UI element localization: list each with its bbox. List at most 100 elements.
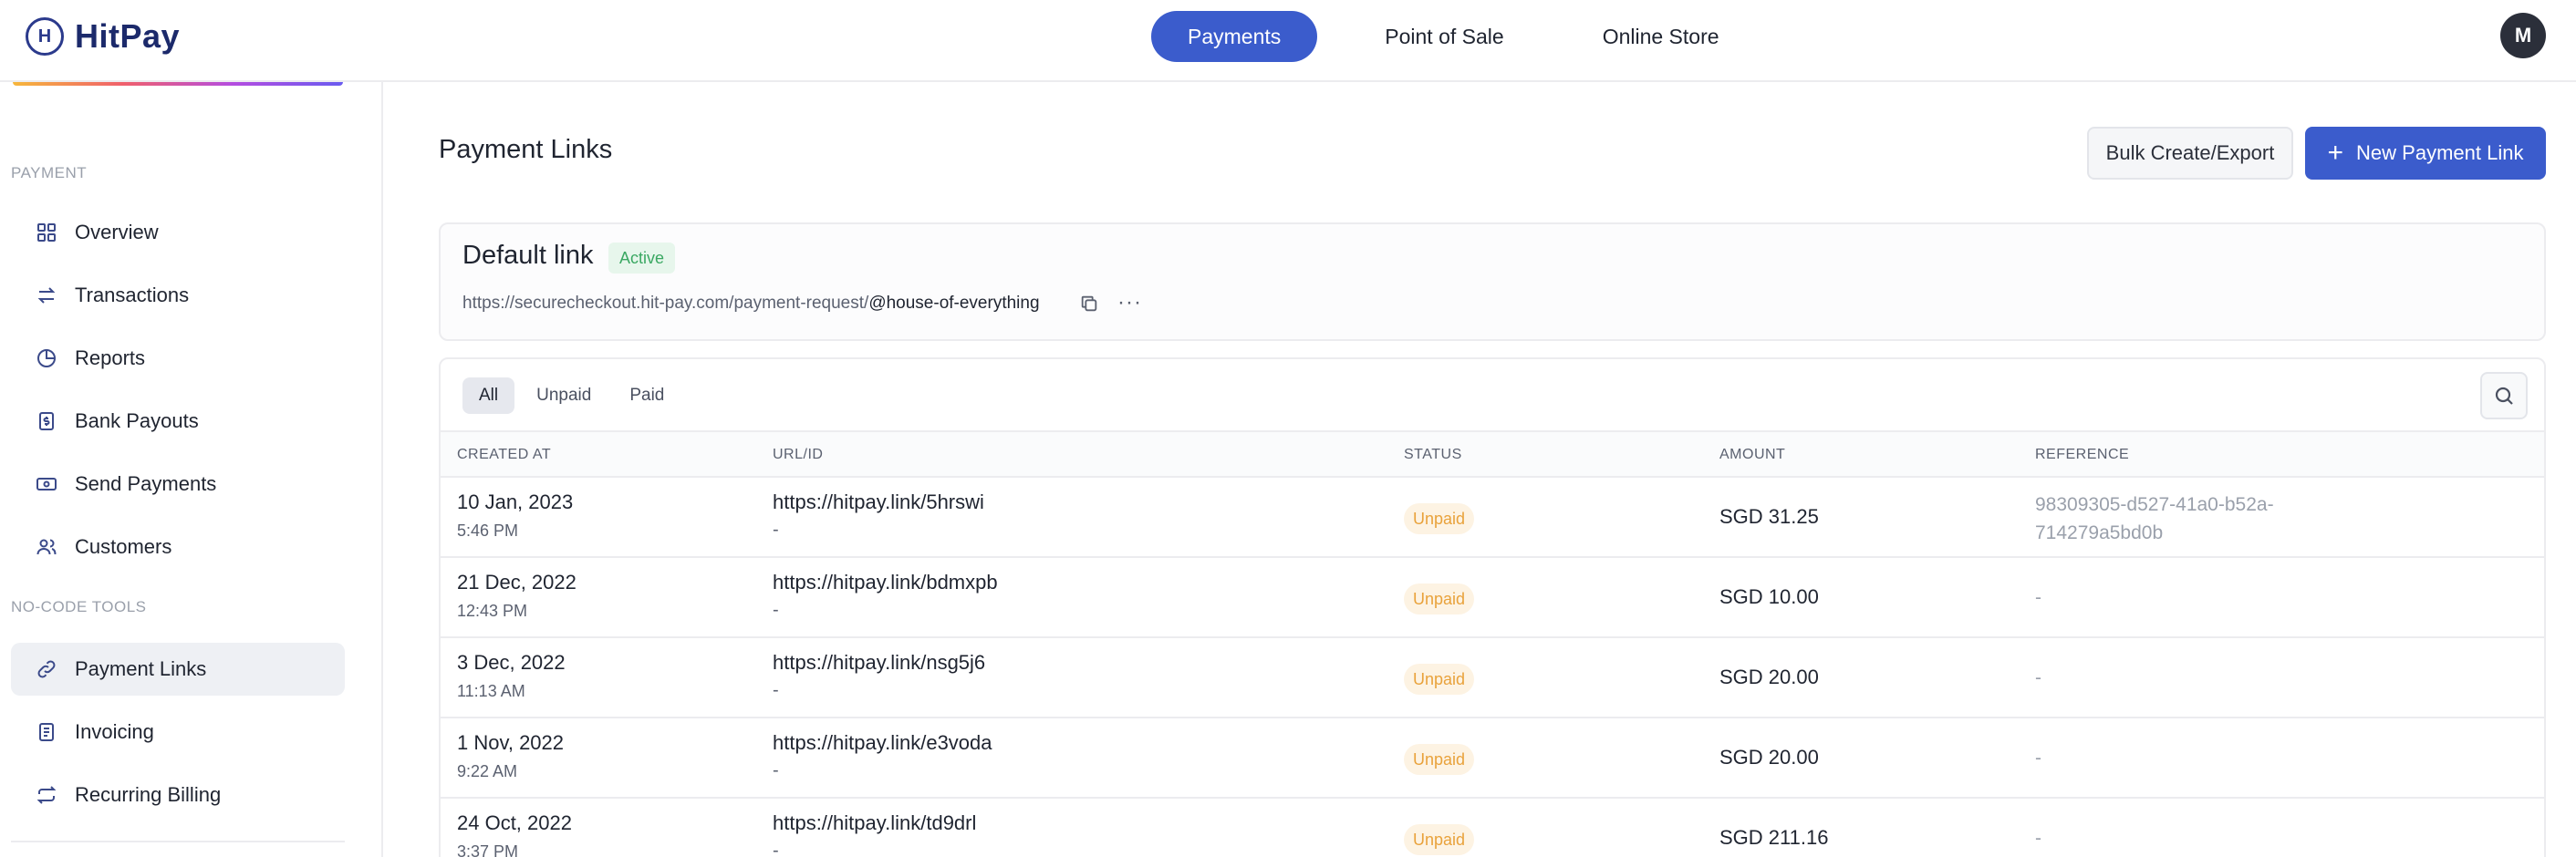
sidebar-item-overview[interactable]: Overview [11,206,345,259]
nav-point-of-sale[interactable]: Point of Sale [1348,11,1540,62]
url-cell: https://hitpay.link/td9drl - [773,811,976,857]
amount-cell: SGD 10.00 [1719,585,1819,608]
new-payment-link-button[interactable]: + New Payment Link [2305,127,2546,180]
page-title: Payment Links [439,135,613,164]
created-date: 10 Jan, 2023 [457,490,574,513]
sidebar-item-recurring-billing[interactable]: Recurring Billing [11,769,345,821]
sidebar-item-customers[interactable]: Customers [11,521,345,573]
top-nav: Payments Point of Sale Online Store [1151,11,1756,62]
url-cell: https://hitpay.link/e3voda - [773,731,992,781]
user-avatar[interactable]: M [2500,13,2546,58]
brand-logo[interactable]: H HitPay [26,16,180,57]
copy-icon[interactable] [1079,294,1101,315]
sidebar-item-transactions[interactable]: Transactions [11,269,345,322]
table-row[interactable]: 24 Oct, 2022 3:37 PM https://hitpay.link… [441,799,2544,857]
sidebar-item-label: Overview [75,221,159,243]
filter-unpaid[interactable]: Unpaid [520,377,608,414]
table-header: CREATED AT URL/ID STATUS AMOUNT REFERENC… [441,430,2544,478]
sidebar-item-reports[interactable]: Reports [11,332,345,385]
created-time: 12:43 PM [457,602,528,620]
status-cell: Unpaid [1404,503,1475,534]
sidebar-divider [11,841,345,842]
payment-link-url[interactable]: https://hitpay.link/bdmxpb [773,571,998,594]
new-payment-link-label: New Payment Link [2356,141,2524,164]
amount-cell: SGD 211.16 [1719,826,1829,849]
pie-chart-icon [35,346,58,370]
reference-cell: - [2035,828,2041,849]
brand-name: HitPay [75,17,181,55]
nav-online-store[interactable]: Online Store [1566,11,1756,62]
created-time: 9:22 AM [457,762,518,780]
cash-icon [35,472,58,496]
search-icon [2495,387,2513,405]
payment-link-url[interactable]: https://hitpay.link/5hrswi [773,490,984,514]
payment-link-url[interactable]: https://hitpay.link/td9drl [773,811,976,835]
unpaid-status-badge: Unpaid [1404,583,1475,614]
sidebar-item-label: Recurring Billing [75,783,222,806]
payment-link-url[interactable]: https://hitpay.link/nsg5j6 [773,651,985,675]
repeat-icon [35,783,58,807]
sidebar-item-label: Bank Payouts [75,409,199,432]
payment-link-url[interactable]: https://hitpay.link/e3voda [773,731,992,755]
sidebar: PAYMENT Overview Transactions Reports Ba… [0,82,383,857]
table-row[interactable]: 1 Nov, 2022 9:22 AM https://hitpay.link/… [441,718,2544,799]
table-row[interactable]: 21 Dec, 2022 12:43 PM https://hitpay.lin… [441,558,2544,638]
column-status[interactable]: STATUS [1404,447,1462,463]
created-date: 3 Dec, 2022 [457,651,566,674]
gradient-accent-bar [13,82,343,86]
sidebar-item-send-payments[interactable]: Send Payments [11,458,345,511]
link-icon [35,657,58,681]
nav-payments[interactable]: Payments [1151,11,1318,62]
sidebar-item-payment-links[interactable]: Payment Links [11,643,345,696]
active-status-badge: Active [608,243,676,274]
sidebar-item-label: Transactions [75,284,190,306]
payment-link-id: - [773,760,779,780]
default-link-card: Default link Active https://securechecko… [439,222,2546,341]
unpaid-status-badge: Unpaid [1404,664,1475,695]
column-reference[interactable]: REFERENCE [2035,447,2129,463]
sidebar-item-label: Send Payments [75,472,217,495]
filter-paid[interactable]: Paid [613,377,680,414]
bulk-create-export-button[interactable]: Bulk Create/Export [2087,127,2293,180]
amount-cell: SGD 31.25 [1719,505,1819,528]
amount-cell: SGD 20.00 [1719,746,1819,769]
reference-cell: - [2035,667,2041,688]
status-filter-tabs: All Unpaid Paid [462,377,680,414]
users-icon [35,535,58,559]
more-options-icon[interactable]: ··· [1117,290,1142,315]
column-amount[interactable]: AMOUNT [1719,447,1785,463]
column-url-id[interactable]: URL/ID [773,447,823,463]
filter-all[interactable]: All [462,377,515,414]
plus-icon: + [2327,138,2344,168]
payment-links-table: All Unpaid Paid CREATED AT URL/ID STATUS… [439,357,2546,857]
grid-icon [35,221,58,244]
created-time: 3:37 PM [457,842,519,857]
url-cell: https://hitpay.link/5hrswi - [773,490,984,541]
created-date: 1 Nov, 2022 [457,731,565,754]
status-cell: Unpaid [1404,583,1475,614]
status-cell: Unpaid [1404,744,1475,775]
created-at-cell: 10 Jan, 2023 5:46 PM [457,490,573,541]
unpaid-status-badge: Unpaid [1404,744,1475,775]
payment-link-id: - [773,520,779,540]
created-at-cell: 1 Nov, 2022 9:22 AM [457,731,564,781]
reference-cell: - [2035,748,2041,769]
amount-cell: SGD 20.00 [1719,666,1819,688]
sidebar-item-bank-payouts[interactable]: Bank Payouts [11,395,345,448]
created-date: 24 Oct, 2022 [457,811,572,834]
search-button[interactable] [2480,372,2528,419]
sidebar-item-label: Payment Links [75,657,207,680]
default-link-url[interactable]: https://securecheckout.hit-pay.com/payme… [462,294,1040,314]
status-cell: Unpaid [1404,824,1475,855]
sidebar-item-label: Reports [75,346,146,369]
invoice-icon [35,720,58,744]
payment-link-id: - [773,680,779,700]
table-row[interactable]: 10 Jan, 2023 5:46 PM https://hitpay.link… [441,478,2544,558]
column-created-at[interactable]: CREATED AT [457,447,551,463]
table-row[interactable]: 3 Dec, 2022 11:13 AM https://hitpay.link… [441,638,2544,718]
sidebar-item-invoicing[interactable]: Invoicing [11,706,345,759]
status-cell: Unpaid [1404,664,1475,695]
unpaid-status-badge: Unpaid [1404,824,1475,855]
created-at-cell: 21 Dec, 2022 12:43 PM [457,571,576,621]
sidebar-item-label: Customers [75,535,172,558]
